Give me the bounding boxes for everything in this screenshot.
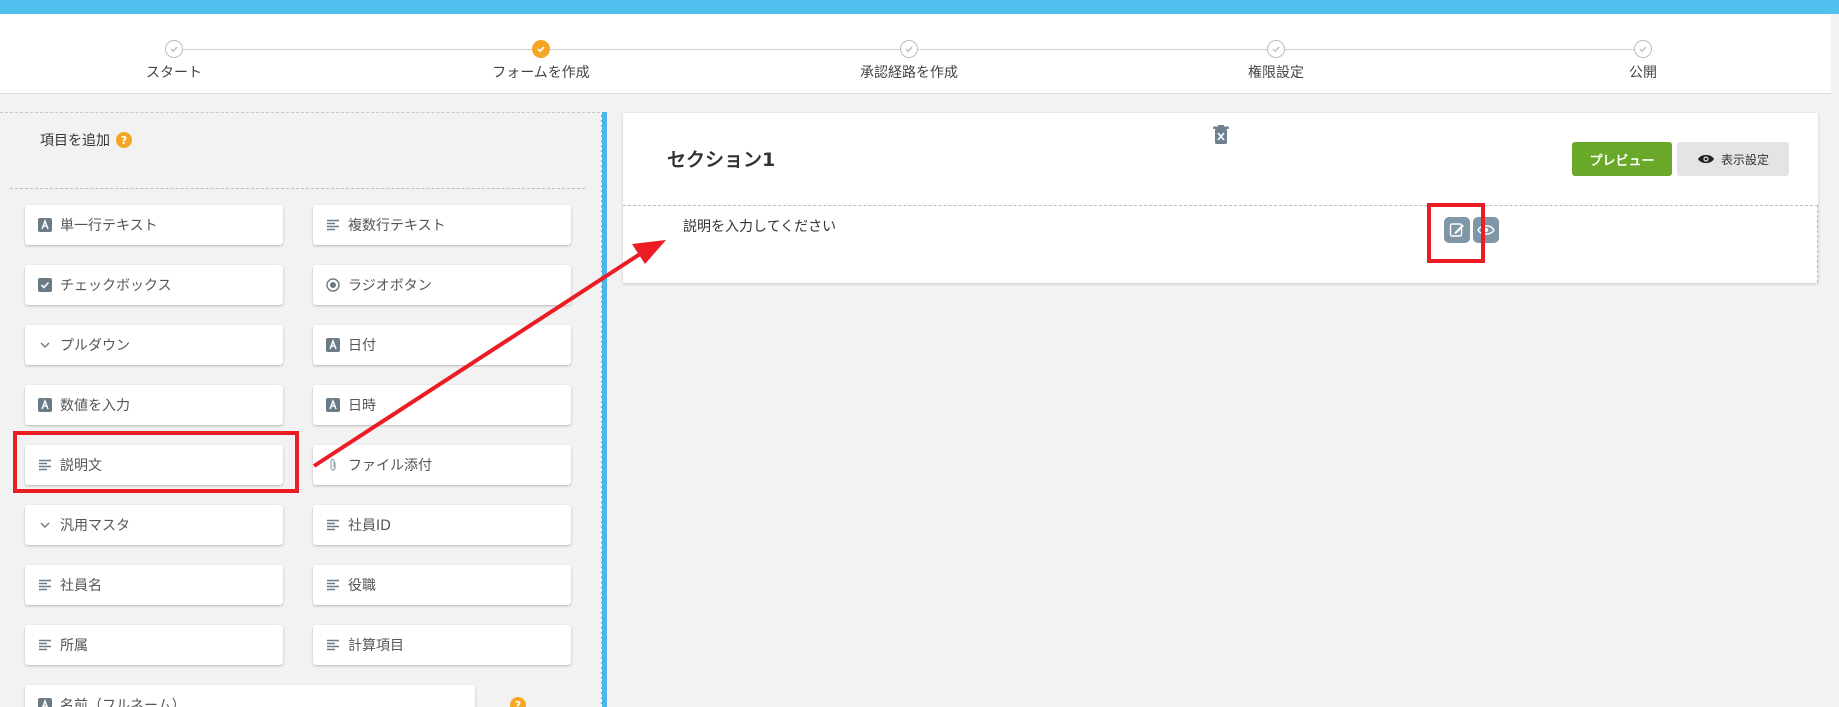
step-label: 権限設定 — [1248, 65, 1304, 81]
help-icon[interactable]: ? — [510, 697, 526, 707]
palette-item-employee-id[interactable]: 社員ID — [313, 505, 571, 545]
palette-item-label: 所属 — [60, 638, 88, 654]
step-create-form[interactable]: フォームを作成 — [441, 40, 641, 82]
lines-icon — [326, 638, 340, 652]
palette-item-label: 数値を入力 — [60, 398, 130, 414]
palette-header: 項目を追加 ? — [40, 130, 132, 150]
palette-item-label: 計算項目 — [348, 638, 404, 654]
palette-item-full-name[interactable]: 名前（フルネーム） — [25, 685, 475, 707]
palette-item-label: 名前（フルネーム） — [60, 698, 186, 707]
palette-item-label: ファイル添付 — [348, 458, 432, 474]
lines-icon — [38, 638, 52, 652]
palette-item-label: 社員ID — [348, 518, 391, 534]
text-a-icon — [38, 698, 52, 707]
palette-item-department[interactable]: 所属 — [25, 625, 283, 665]
palette-item-label: 役職 — [348, 578, 376, 594]
palette-title: 項目を追加 — [40, 133, 110, 149]
paperclip-icon — [326, 458, 340, 472]
chevron-down-icon — [38, 518, 52, 532]
step-label: 公開 — [1629, 65, 1657, 81]
check-circle-icon — [1267, 40, 1285, 58]
text-a-icon — [38, 218, 52, 232]
palette-item-employee-name[interactable]: 社員名 — [25, 565, 283, 605]
lines-icon — [326, 218, 340, 232]
check-circle-icon — [1634, 40, 1652, 58]
trash-icon[interactable] — [1213, 125, 1229, 145]
text-a-icon — [326, 338, 340, 352]
palette-item-pulldown[interactable]: プルダウン — [25, 325, 283, 365]
palette-item-label: ラジオボタン — [348, 278, 432, 294]
palette-item-multi-line-text[interactable]: 複数行テキスト — [313, 205, 571, 245]
text-a-icon — [38, 398, 52, 412]
palette-item-datetime[interactable]: 日時 — [313, 385, 571, 425]
display-settings-label: 表示設定 — [1720, 152, 1769, 167]
palette-item-label: 単一行テキスト — [60, 218, 158, 234]
palette-item-position[interactable]: 役職 — [313, 565, 571, 605]
check-circle-icon — [165, 40, 183, 58]
palette-item-label: 日時 — [348, 398, 376, 414]
panel-splitter[interactable] — [601, 112, 607, 707]
palette-item-label: 汎用マスタ — [60, 518, 130, 534]
step-approval-route[interactable]: 承認経路を作成 — [809, 40, 1009, 82]
chevron-down-icon — [38, 338, 52, 352]
page-scrollbar[interactable] — [1831, 14, 1839, 707]
palette-item-single-line-text[interactable]: 単一行テキスト — [25, 205, 283, 245]
lines-icon — [326, 578, 340, 592]
palette-item-calculation[interactable]: 計算項目 — [313, 625, 571, 665]
section-title[interactable]: セクション1 — [667, 145, 775, 172]
palette-item-label: 複数行テキスト — [348, 218, 446, 234]
check-circle-icon — [900, 40, 918, 58]
palette-item-number[interactable]: 数値を入力 — [25, 385, 283, 425]
palette-item-date[interactable]: 日付 — [313, 325, 571, 365]
step-start[interactable]: スタート — [74, 40, 274, 82]
palette-item-label: 社員名 — [60, 578, 102, 594]
description-field[interactable]: 説明を入力してください — [623, 205, 1818, 283]
eye-icon — [1697, 154, 1714, 164]
display-settings-button[interactable]: 表示設定 — [1677, 142, 1789, 176]
highlight-box-edit — [1427, 203, 1485, 263]
radio-icon — [326, 278, 340, 292]
text-a-icon — [326, 398, 340, 412]
palette-item-label: プルダウン — [60, 338, 130, 354]
help-icon[interactable]: ? — [116, 132, 132, 148]
palette-item-general-master[interactable]: 汎用マスタ — [25, 505, 283, 545]
palette-item-label: 日付 — [348, 338, 376, 354]
checkbox-icon — [38, 278, 52, 292]
progress-stepper: スタート フォームを作成 承認経路を作成 権限設定 公開 — [0, 14, 1839, 94]
description-text[interactable]: 説明を入力してください — [683, 216, 836, 236]
palette-divider — [10, 188, 585, 189]
palette-item-label: チェックボックス — [60, 278, 172, 294]
step-publish[interactable]: 公開 — [1543, 40, 1743, 82]
step-label: フォームを作成 — [492, 65, 590, 81]
palette-item-radio[interactable]: ラジオボタン — [313, 265, 571, 305]
step-label: 承認経路を作成 — [860, 65, 958, 81]
preview-button[interactable]: プレビュー — [1572, 142, 1672, 176]
top-accent-bar — [0, 0, 1839, 14]
palette-item-file-attach[interactable]: ファイル添付 — [313, 445, 571, 485]
check-circle-icon — [532, 40, 550, 58]
step-permissions[interactable]: 権限設定 — [1176, 40, 1376, 82]
lines-icon — [326, 518, 340, 532]
palette-item-checkbox[interactable]: チェックボックス — [25, 265, 283, 305]
panel-top-border — [0, 112, 600, 113]
form-section-card: セクション1 プレビュー 表示設定 説明を入力してください — [623, 113, 1818, 283]
lines-icon — [38, 578, 52, 592]
step-label: スタート — [146, 65, 202, 81]
highlight-box-description — [13, 431, 299, 493]
